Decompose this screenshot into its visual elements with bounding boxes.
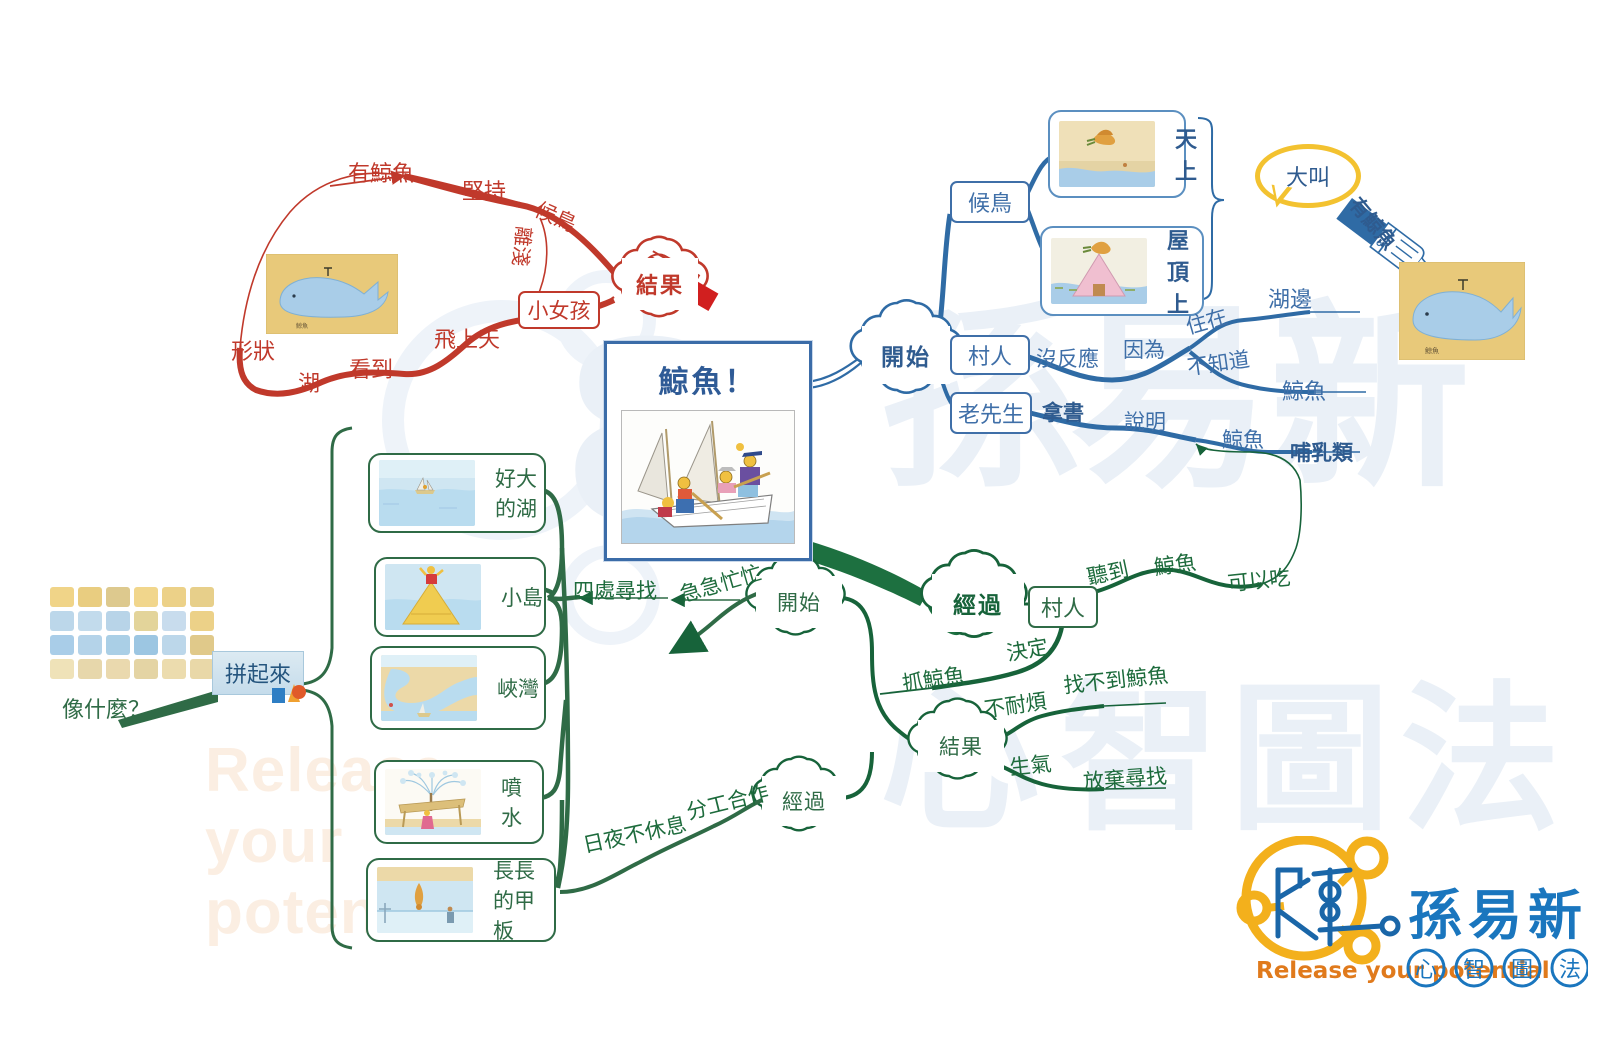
blue-label-yinwei: 因為 <box>1123 338 1165 362</box>
blue-node-cunren-label: 村人 <box>967 345 1012 370</box>
speech-bubble-tail-inner <box>1272 184 1288 201</box>
red-cloud-jieguo[interactable]: 結果 <box>622 258 698 310</box>
green-cloud-jingguo-label-wrap[interactable]: 經過 <box>932 574 1024 632</box>
thumb-water-spout <box>385 769 481 835</box>
green-label-fangqixunzhao: 放棄尋找 <box>1082 764 1168 794</box>
svg-text:鯨魚: 鯨魚 <box>1425 346 1439 355</box>
green-subcloud-jieguo-label: 結果 <box>939 736 983 759</box>
blue-label-shuoming: 說明 <box>1124 410 1166 434</box>
blue-cloud-kaishi[interactable]: 開始 <box>862 326 950 384</box>
red-cloud-jieguo-label: 結果 <box>635 273 684 298</box>
blue-image-box-tianshang-caption: 天上 <box>1175 128 1198 185</box>
center-topic-frame[interactable]: 鯨魚！ <box>604 341 812 561</box>
svg-text:圖: 圖 <box>1511 958 1533 983</box>
green-image-box-changchangdejiaban-caption: 長長的甲板 <box>493 859 535 943</box>
green-image-box-haodadehu-caption: 好大的湖 <box>495 467 537 521</box>
green-image-box-xiaodao-caption: 小島 <box>501 586 543 610</box>
green-image-box-changchangdejiaban[interactable]: 長長的甲板 <box>366 858 556 943</box>
thumb-long-deck <box>377 867 473 933</box>
red-node-xiaonuhai[interactable]: 小女孩 <box>518 291 600 329</box>
thumb-island <box>385 564 481 630</box>
red-label-hu: 湖 <box>298 372 321 397</box>
red-node-xiaonuhai-label: 小女孩 <box>527 299 591 323</box>
green-subcloud-jingguo[interactable]: 經過 <box>762 776 846 826</box>
thumb-fjord <box>381 655 477 721</box>
red-label-xingzhuang: 形狀 <box>231 340 276 365</box>
logo-name: 孫易新 <box>1408 884 1588 947</box>
green-image-box-haodadehu[interactable]: 好大的湖 <box>368 453 546 533</box>
thumb-bird-sky <box>1059 121 1155 187</box>
red-label-you-jingyu: 有鯨魚 <box>348 162 415 187</box>
red-label-jianchi: 堅持 <box>462 180 507 205</box>
blue-image-box-wudingshang-caption: 屋頂上 <box>1167 229 1190 318</box>
green-label-sichuxunzhao: 四處尋找 <box>573 579 657 603</box>
red-label-feishangtian: 飛上天 <box>434 328 501 353</box>
brand-logo-svg: Release your potential 孫易新 心 智 圖 法 <box>1236 835 1590 988</box>
svg-text:鯨魚: 鯨魚 <box>296 322 308 330</box>
pinqilai-icon <box>272 684 306 703</box>
brand-logo: Release your potential 孫易新 心 智 圖 法 <box>1212 835 1590 997</box>
blue-label-hubian: 湖邊 <box>1268 288 1313 313</box>
green-cloud-jingguo-label: 經過 <box>953 592 1003 618</box>
blue-label-nashu: 拿書 <box>1042 401 1084 425</box>
blue-node-laoxiansheng[interactable]: 老先生 <box>950 392 1032 434</box>
blue-node-laoxiansheng-label: 老先生 <box>957 403 1024 428</box>
mindmap-canvas: 8 孫 易 新 心 智 圖 法 Release your potential <box>0 0 1600 1064</box>
whale-illustration-right: 鯨魚 <box>1398 261 1526 361</box>
green-node-cunren-label: 村人 <box>1040 597 1085 622</box>
puzzle-pieces-image <box>48 585 216 686</box>
green-image-box-penshui[interactable]: 噴水 <box>374 760 544 844</box>
blue-node-cunren[interactable]: 村人 <box>950 335 1030 375</box>
red-whale-drawing: 鯨魚 <box>266 254 398 334</box>
blue-node-houniao-label: 候鳥 <box>967 192 1012 217</box>
blue-image-box-tianshang[interactable]: 天上 <box>1048 110 1197 198</box>
green-subcloud-jieguo[interactable]: 結果 <box>918 720 1004 772</box>
green-subcloud-kaishi-label: 開始 <box>777 592 821 615</box>
blue-image-box-wudingshang[interactable]: 屋頂上 <box>1040 226 1204 318</box>
green-node-cunren[interactable]: 村人 <box>1028 586 1098 628</box>
blue-label-jingyu-1: 鯨魚 <box>1282 380 1327 405</box>
red-label-liqi: 離淺 <box>507 225 537 268</box>
green-image-box-xiaodao[interactable]: 小島 <box>374 557 546 637</box>
green-label-shengqi: 生氣 <box>1008 751 1053 780</box>
svg-text:心: 心 <box>1415 958 1437 983</box>
green-subcloud-kaishi[interactable]: 開始 <box>756 576 842 628</box>
blue-whale-drawing: 鯨魚 <box>1398 261 1526 365</box>
puzzle-illustration <box>48 585 216 681</box>
svg-text:智: 智 <box>1463 958 1485 983</box>
thumb-bird-roof <box>1051 238 1147 304</box>
svg-text:法: 法 <box>1559 958 1581 983</box>
red-label-kandao: 看到 <box>349 358 394 383</box>
green-subcloud-jingguo-label: 經過 <box>782 791 826 814</box>
green-image-box-xiawan-caption: 峽灣 <box>497 677 539 701</box>
blue-node-houniao[interactable]: 候鳥 <box>950 181 1030 223</box>
blue-label-buruilei: 哺乳類 <box>1290 441 1353 465</box>
thumb-big-lake <box>379 460 475 526</box>
blue-cloud-kaishi-label: 開始 <box>881 344 931 370</box>
green-image-box-xiawan[interactable]: 峽灣 <box>370 646 546 730</box>
whale-illustration-left: 鯨魚 <box>266 254 398 334</box>
blue-label-meifanying: 沒反應 <box>1036 347 1099 371</box>
green-image-box-penshui-caption: 噴水 <box>501 776 522 830</box>
green-left-edge-label: 像什麼？ <box>62 698 151 723</box>
blue-label-jingyu-2: 鯨魚 <box>1222 428 1264 452</box>
center-topic-title: 鯨魚！ <box>658 365 758 400</box>
speech-bubble-label: 大叫 <box>1285 166 1330 191</box>
green-label-jingyu: 鯨魚 <box>1152 550 1198 580</box>
center-topic-illustration <box>621 410 795 544</box>
